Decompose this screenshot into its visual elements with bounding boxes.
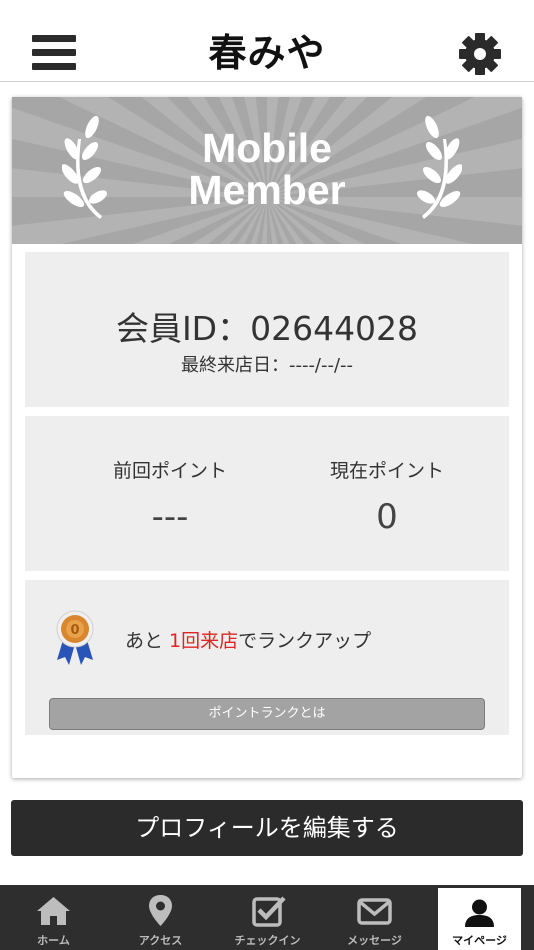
map-pin-icon [149, 895, 172, 926]
previous-points-label: 前回ポイント [112, 460, 227, 482]
medal-value: 0 [70, 623, 79, 638]
member-id: 会員ID：02644028 [115, 309, 419, 348]
current-points-label: 現在ポイント [329, 460, 444, 482]
rank-visits-remaining: 1回来店 [169, 630, 239, 652]
home-icon [37, 897, 70, 925]
checkbox-icon [252, 896, 286, 927]
app-logo: 春みや [208, 30, 326, 75]
tab-home[interactable]: ホーム [0, 885, 107, 950]
member-id-panel: 会員ID：02644028 最終来店日：----/--/-- [25, 252, 509, 407]
app-header: 春みや [0, 0, 534, 82]
user-icon [465, 899, 494, 927]
mobile-member-banner: Mobile Member [12, 97, 522, 244]
rank-up-message: あと 1回来店でランクアップ [125, 630, 372, 652]
tab-message[interactable]: メッセージ [321, 885, 428, 950]
member-card: Mobile Member 会員ID：02644028 最終来店日：----/-… [12, 97, 522, 778]
laurel-right-icon [416, 115, 462, 219]
edit-profile-button[interactable]: プロフィールを編集する [11, 800, 523, 856]
points-panel: 前回ポイント --- 現在ポイント 0 [25, 416, 509, 571]
tab-checkin[interactable]: チェックイン [214, 885, 321, 950]
gear-icon[interactable] [456, 30, 504, 78]
previous-points: 前回ポイント --- [70, 456, 270, 537]
rank-panel: 0 あと 1回来店でランクアップ ポイントランクとは [25, 580, 509, 735]
previous-points-value: --- [151, 497, 189, 537]
bottom-tab-bar: ホーム アクセス チェックイン メッセージ マイページ [0, 885, 534, 950]
tab-access[interactable]: アクセス [107, 885, 214, 950]
current-points: 現在ポイント 0 [287, 456, 487, 537]
last-visit-date: 最終来店日：----/--/-- [180, 355, 354, 376]
current-points-value: 0 [376, 497, 398, 537]
tab-mypage[interactable]: マイページ [438, 888, 521, 950]
envelope-icon [357, 898, 392, 925]
point-rank-info-button[interactable]: ポイントランクとは [49, 698, 485, 730]
rank-medal-icon: 0 [56, 610, 94, 665]
